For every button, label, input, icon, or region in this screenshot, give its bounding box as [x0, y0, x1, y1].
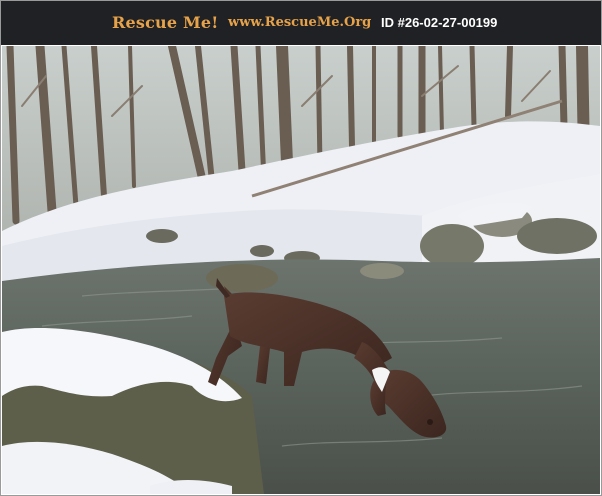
header-bar: Rescue Me! www.RescueMe.Org ID #26-02-27…: [1, 1, 601, 45]
pet-photo[interactable]: [2, 46, 600, 494]
listing-id: ID #26-02-27-00199: [381, 15, 498, 30]
brand-logo[interactable]: Rescue Me!: [112, 13, 219, 32]
listing-card: Rescue Me! www.RescueMe.Org ID #26-02-27…: [0, 0, 602, 496]
dog-in-creek-icon: [2, 46, 600, 494]
site-url[interactable]: www.RescueMe.Org: [228, 15, 371, 30]
